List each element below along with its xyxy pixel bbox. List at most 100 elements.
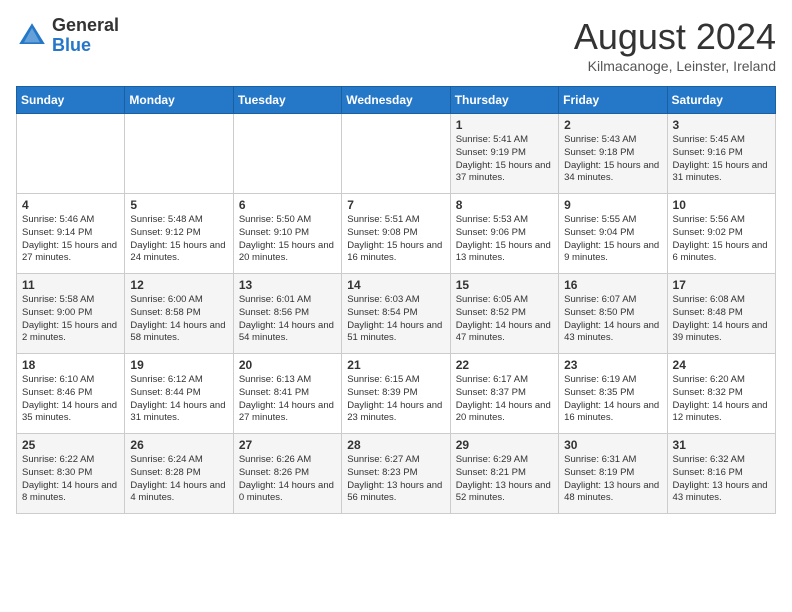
day-number: 15 (456, 278, 553, 292)
week-row-2: 4Sunrise: 5:46 AM Sunset: 9:14 PM Daylig… (17, 194, 776, 274)
header-row: SundayMondayTuesdayWednesdayThursdayFrid… (17, 87, 776, 114)
day-info: Sunrise: 5:46 AM Sunset: 9:14 PM Dayligh… (22, 214, 119, 265)
day-number: 6 (239, 198, 336, 212)
day-cell: 29 Sunrise: 6:29 AM Sunset: 8:21 PM Dayli… (450, 434, 558, 514)
day-info: Sunrise: 5:53 AM Sunset: 9:06 PM Dayligh… (456, 214, 553, 265)
day-info: Sunrise: 5:51 AM Sunset: 9:08 PM Dayligh… (347, 214, 444, 265)
day-info: Sunrise: 6:26 AM Sunset: 8:26 PM Dayligh… (239, 454, 336, 505)
day-number: 31 (673, 438, 770, 452)
day-number: 18 (22, 358, 119, 372)
day-cell: 1Sunrise: 5:41 AM Sunset: 9:19 PM Daylig… (450, 114, 558, 194)
day-info: Sunrise: 6:24 AM Sunset: 8:28 PM Dayligh… (130, 454, 227, 505)
day-cell: 2 Sunrise: 5:43 AM Sunset: 9:18 PM Daylig… (559, 114, 667, 194)
day-info: Sunrise: 5:45 AM Sunset: 9:16 PM Dayligh… (673, 134, 770, 185)
day-info: Sunrise: 5:56 AM Sunset: 9:02 PM Dayligh… (673, 214, 770, 265)
header-cell-thursday: Thursday (450, 87, 558, 114)
day-cell: 5 Sunrise: 5:48 AM Sunset: 9:12 PM Daylig… (125, 194, 233, 274)
day-info: Sunrise: 6:32 AM Sunset: 8:16 PM Dayligh… (673, 454, 770, 505)
day-cell: 10 Sunrise: 5:56 AM Sunset: 9:02 PM Dayli… (667, 194, 775, 274)
logo-blue: Blue (52, 36, 119, 56)
day-number: 23 (564, 358, 661, 372)
day-number: 28 (347, 438, 444, 452)
day-cell: 14 Sunrise: 6:03 AM Sunset: 8:54 PM Dayli… (342, 274, 450, 354)
title-block: August 2024 Kilmacanoge, Leinster, Irela… (574, 16, 776, 74)
day-cell: 4Sunrise: 5:46 AM Sunset: 9:14 PM Daylig… (17, 194, 125, 274)
day-info: Sunrise: 5:43 AM Sunset: 9:18 PM Dayligh… (564, 134, 661, 185)
day-cell: 20 Sunrise: 6:13 AM Sunset: 8:41 PM Dayli… (233, 354, 341, 434)
day-number: 12 (130, 278, 227, 292)
header-cell-friday: Friday (559, 87, 667, 114)
header-cell-saturday: Saturday (667, 87, 775, 114)
day-cell: 8Sunrise: 5:53 AM Sunset: 9:06 PM Daylig… (450, 194, 558, 274)
day-cell: 18 Sunrise: 6:10 AM Sunset: 8:46 PM Dayli… (17, 354, 125, 434)
day-info: Sunrise: 6:03 AM Sunset: 8:54 PM Dayligh… (347, 294, 444, 345)
week-row-5: 25Sunrise: 6:22 AM Sunset: 8:30 PM Dayli… (17, 434, 776, 514)
day-info: Sunrise: 6:08 AM Sunset: 8:48 PM Dayligh… (673, 294, 770, 345)
day-info: Sunrise: 6:07 AM Sunset: 8:50 PM Dayligh… (564, 294, 661, 345)
location-subtitle: Kilmacanoge, Leinster, Ireland (574, 58, 776, 74)
day-number: 24 (673, 358, 770, 372)
day-cell: 26 Sunrise: 6:24 AM Sunset: 8:28 PM Dayli… (125, 434, 233, 514)
day-info: Sunrise: 6:15 AM Sunset: 8:39 PM Dayligh… (347, 374, 444, 425)
day-number: 7 (347, 198, 444, 212)
day-cell: 23 Sunrise: 6:19 AM Sunset: 8:35 PM Dayli… (559, 354, 667, 434)
day-info: Sunrise: 6:10 AM Sunset: 8:46 PM Dayligh… (22, 374, 119, 425)
day-info: Sunrise: 6:29 AM Sunset: 8:21 PM Dayligh… (456, 454, 553, 505)
day-info: Sunrise: 6:22 AM Sunset: 8:30 PM Dayligh… (22, 454, 119, 505)
day-number: 21 (347, 358, 444, 372)
day-number: 22 (456, 358, 553, 372)
day-cell: 21 Sunrise: 6:15 AM Sunset: 8:39 PM Dayli… (342, 354, 450, 434)
day-cell: 22Sunrise: 6:17 AM Sunset: 8:37 PM Dayli… (450, 354, 558, 434)
day-info: Sunrise: 6:20 AM Sunset: 8:32 PM Dayligh… (673, 374, 770, 425)
day-cell: 31 Sunrise: 6:32 AM Sunset: 8:16 PM Dayli… (667, 434, 775, 514)
page-header: General Blue August 2024 Kilmacanoge, Le… (16, 16, 776, 74)
day-number: 16 (564, 278, 661, 292)
day-number: 26 (130, 438, 227, 452)
day-cell: 19Sunrise: 6:12 AM Sunset: 8:44 PM Dayli… (125, 354, 233, 434)
day-info: Sunrise: 6:19 AM Sunset: 8:35 PM Dayligh… (564, 374, 661, 425)
day-cell: 28 Sunrise: 6:27 AM Sunset: 8:23 PM Dayli… (342, 434, 450, 514)
day-cell: 16 Sunrise: 6:07 AM Sunset: 8:50 PM Dayli… (559, 274, 667, 354)
day-cell: 24 Sunrise: 6:20 AM Sunset: 8:32 PM Dayli… (667, 354, 775, 434)
day-number: 11 (22, 278, 119, 292)
day-number: 13 (239, 278, 336, 292)
day-number: 2 (564, 118, 661, 132)
logo-text: General Blue (52, 16, 119, 56)
day-cell: 27Sunrise: 6:26 AM Sunset: 8:26 PM Dayli… (233, 434, 341, 514)
day-number: 14 (347, 278, 444, 292)
day-cell: 30Sunrise: 6:31 AM Sunset: 8:19 PM Dayli… (559, 434, 667, 514)
day-cell: 15Sunrise: 6:05 AM Sunset: 8:52 PM Dayli… (450, 274, 558, 354)
day-cell (17, 114, 125, 194)
day-info: Sunrise: 6:27 AM Sunset: 8:23 PM Dayligh… (347, 454, 444, 505)
header-cell-wednesday: Wednesday (342, 87, 450, 114)
day-cell (233, 114, 341, 194)
calendar-table: SundayMondayTuesdayWednesdayThursdayFrid… (16, 86, 776, 514)
day-cell: 17Sunrise: 6:08 AM Sunset: 8:48 PM Dayli… (667, 274, 775, 354)
day-info: Sunrise: 6:13 AM Sunset: 8:41 PM Dayligh… (239, 374, 336, 425)
day-info: Sunrise: 5:55 AM Sunset: 9:04 PM Dayligh… (564, 214, 661, 265)
day-number: 3 (673, 118, 770, 132)
day-cell: 6 Sunrise: 5:50 AM Sunset: 9:10 PM Daylig… (233, 194, 341, 274)
day-cell (342, 114, 450, 194)
week-row-3: 11 Sunrise: 5:58 AM Sunset: 9:00 PM Dayli… (17, 274, 776, 354)
header-cell-monday: Monday (125, 87, 233, 114)
day-number: 5 (130, 198, 227, 212)
day-cell: 7 Sunrise: 5:51 AM Sunset: 9:08 PM Daylig… (342, 194, 450, 274)
day-info: Sunrise: 5:50 AM Sunset: 9:10 PM Dayligh… (239, 214, 336, 265)
logo: General Blue (16, 16, 119, 56)
day-info: Sunrise: 5:48 AM Sunset: 9:12 PM Dayligh… (130, 214, 227, 265)
week-row-4: 18 Sunrise: 6:10 AM Sunset: 8:46 PM Dayli… (17, 354, 776, 434)
day-info: Sunrise: 5:41 AM Sunset: 9:19 PM Dayligh… (456, 134, 553, 185)
calendar-header: SundayMondayTuesdayWednesdayThursdayFrid… (17, 87, 776, 114)
day-info: Sunrise: 6:00 AM Sunset: 8:58 PM Dayligh… (130, 294, 227, 345)
day-number: 29 (456, 438, 553, 452)
day-info: Sunrise: 5:58 AM Sunset: 9:00 PM Dayligh… (22, 294, 119, 345)
day-number: 20 (239, 358, 336, 372)
header-cell-tuesday: Tuesday (233, 87, 341, 114)
day-cell (125, 114, 233, 194)
day-cell: 11 Sunrise: 5:58 AM Sunset: 9:00 PM Dayli… (17, 274, 125, 354)
day-cell: 9Sunrise: 5:55 AM Sunset: 9:04 PM Daylig… (559, 194, 667, 274)
day-number: 10 (673, 198, 770, 212)
header-cell-sunday: Sunday (17, 87, 125, 114)
day-info: Sunrise: 6:12 AM Sunset: 8:44 PM Dayligh… (130, 374, 227, 425)
